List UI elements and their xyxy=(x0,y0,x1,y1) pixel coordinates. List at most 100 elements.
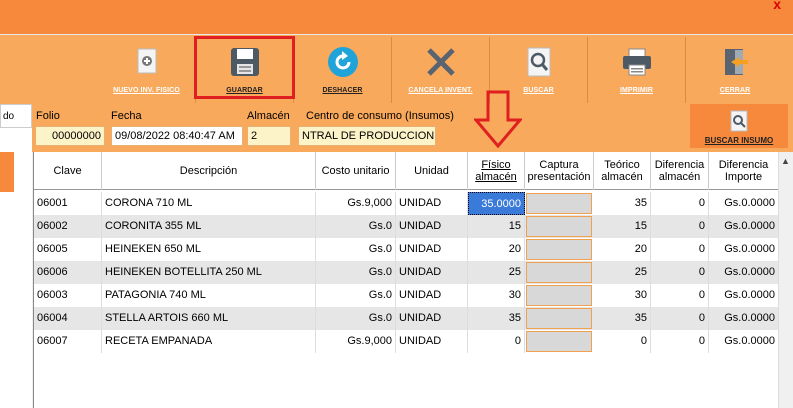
cell-fisico-almacen[interactable]: 15 xyxy=(468,215,525,238)
toolbar: NUEVO INV. FISICO GUARDAR DESHACER CANCE… xyxy=(0,34,793,104)
cell-descripcion: RECETA EMPANADA xyxy=(102,330,316,353)
vertical-scrollbar[interactable]: ▲ xyxy=(778,152,793,408)
fecha-field[interactable]: 09/08/2022 08:40:47 AM xyxy=(111,126,243,146)
table-row[interactable]: 06005 HEINEKEN 650 ML Gs.0 UNIDAD 20 20 0 Gs.0.… xyxy=(34,238,779,261)
cell-fisico-almacen[interactable]: 25 xyxy=(468,261,525,284)
cell-teorico-almacen: 25 xyxy=(594,261,651,284)
cell-fisico-almacen[interactable]: 35.0000 xyxy=(468,192,525,215)
exit-door-icon xyxy=(725,49,748,75)
cell-descripcion: CORONA 710 ML xyxy=(102,192,316,215)
cell-unidad: UNIDAD xyxy=(396,215,468,238)
cell-unidad: UNIDAD xyxy=(396,238,468,261)
cell-captura-presentacion[interactable] xyxy=(526,216,592,237)
cell-teorico-almacen: 20 xyxy=(594,238,651,261)
cell-unidad: UNIDAD xyxy=(396,330,468,353)
cell-costo-unitario: Gs.0 xyxy=(316,215,396,238)
undo-label: DESHACER xyxy=(322,87,363,94)
col-clave[interactable]: Clave xyxy=(34,152,102,190)
search-document-icon xyxy=(730,110,748,132)
scroll-up-icon[interactable]: ▲ xyxy=(781,156,790,166)
col-teorico-almacen[interactable]: Teórico almacén xyxy=(594,152,651,190)
folio-field[interactable]: 00000000 xyxy=(35,126,105,146)
cell-diferencia-importe: Gs.0.0000 xyxy=(709,192,779,215)
new-inventory-button[interactable]: NUEVO INV. FISICO xyxy=(98,37,196,103)
header-form: Folio 00000000 Fecha 09/08/2022 08:40:47… xyxy=(0,104,793,152)
cell-costo-unitario: Gs.0 xyxy=(316,284,396,307)
undo-button[interactable]: DESHACER xyxy=(294,37,392,103)
col-fisico-almacen-label: Físico almacén xyxy=(475,159,517,183)
undo-icon xyxy=(327,47,358,77)
cell-fisico-almacen[interactable]: 30 xyxy=(468,284,525,307)
search-document-icon xyxy=(527,47,550,77)
table-row[interactable]: 06006 HEINEKEN BOTELLITA 250 ML Gs.0 UNIDAD… xyxy=(34,261,779,284)
cell-diferencia-importe: Gs.0.0000 xyxy=(709,261,779,284)
cell-costo-unitario: Gs.0 xyxy=(316,307,396,330)
cell-fisico-almacen[interactable]: 35 xyxy=(468,307,525,330)
col-unidad[interactable]: Unidad xyxy=(396,152,468,190)
centro-label: Centro de consumo (Insumos) xyxy=(306,110,454,122)
cell-captura-presentacion[interactable] xyxy=(526,262,592,283)
side-list xyxy=(0,152,32,408)
cell-diferencia-importe: Gs.0.0000 xyxy=(709,238,779,261)
printer-icon xyxy=(622,48,651,76)
cell-teorico-almacen: 35 xyxy=(594,192,651,215)
col-diferencia-almacen[interactable]: Diferencia almacén xyxy=(651,152,709,190)
cell-diferencia-importe: Gs.0.0000 xyxy=(709,307,779,330)
cell-diferencia-almacen: 0 xyxy=(651,307,709,330)
cell-captura-presentacion[interactable] xyxy=(526,239,592,260)
cell-captura-presentacion[interactable] xyxy=(526,285,592,306)
cell-clave: 06001 xyxy=(34,192,102,215)
cell-clave: 06002 xyxy=(34,215,102,238)
cell-fisico-almacen[interactable]: 0 xyxy=(468,330,525,353)
col-diferencia-importe[interactable]: Diferencia Importe xyxy=(709,152,779,190)
col-captura-presentacion[interactable]: Captura presentación xyxy=(525,152,594,190)
cell-diferencia-almacen: 0 xyxy=(651,215,709,238)
col-descripcion[interactable]: Descripción xyxy=(102,152,316,190)
fecha-label: Fecha xyxy=(111,110,142,122)
cell-captura-presentacion[interactable] xyxy=(526,193,592,214)
cell-teorico-almacen: 0 xyxy=(594,330,651,353)
grid-header: Clave Descripción Costo unitario Unidad … xyxy=(34,152,779,190)
cell-descripcion: CORONITA 355 ML xyxy=(102,215,316,238)
cell-diferencia-importe: Gs.0.0000 xyxy=(709,330,779,353)
cell-diferencia-almacen: 0 xyxy=(651,238,709,261)
cell-teorico-almacen: 30 xyxy=(594,284,651,307)
search-insumo-button[interactable]: BUSCAR INSUMO xyxy=(690,104,788,148)
cell-diferencia-importe: Gs.0.0000 xyxy=(709,215,779,238)
centro-field[interactable]: NTRAL DE PRODUCCION xyxy=(298,126,436,146)
cell-captura-presentacion[interactable] xyxy=(526,308,592,329)
cell-captura-presentacion[interactable] xyxy=(526,331,592,352)
table-row[interactable]: 06004 STELLA ARTOIS 660 ML Gs.0 UNIDAD 35 35 0… xyxy=(34,307,779,330)
table-row[interactable]: 06002 CORONITA 355 ML Gs.0 UNIDAD 15 15 0 Gs.0.… xyxy=(34,215,779,238)
col-costo-unitario[interactable]: Costo unitario xyxy=(316,152,396,190)
cell-clave: 06007 xyxy=(34,330,102,353)
almacen-field[interactable]: 2 xyxy=(247,126,291,146)
cell-costo-unitario: Gs.9,000 xyxy=(316,330,396,353)
cell-descripcion: HEINEKEN 650 ML xyxy=(102,238,316,261)
folio-label: Folio xyxy=(36,110,60,122)
table-row[interactable]: 06003 PATAGONIA 740 ML Gs.0 UNIDAD 30 30 0 Gs.0… xyxy=(34,284,779,307)
table-row[interactable]: 06001 CORONA 710 ML Gs.9,000 UNIDAD 35.0000 3… xyxy=(34,192,779,215)
cell-teorico-almacen: 35 xyxy=(594,307,651,330)
close-label: CERRAR xyxy=(719,87,751,94)
almacen-label: Almacén xyxy=(247,110,290,122)
close-button[interactable]: CERRAR xyxy=(686,37,784,103)
cell-diferencia-almacen: 0 xyxy=(651,330,709,353)
side-selection[interactable] xyxy=(0,152,14,192)
col-fisico-almacen[interactable]: Físico almacén xyxy=(468,152,525,190)
print-button[interactable]: IMPRIMIR xyxy=(588,37,686,103)
table-row[interactable]: 06007 RECETA EMPANADA Gs.9,000 UNIDAD 0 0 0 Gs.… xyxy=(34,330,779,353)
cell-descripcion: PATAGONIA 740 ML xyxy=(102,284,316,307)
cell-fisico-almacen[interactable]: 20 xyxy=(468,238,525,261)
new-inventory-label: NUEVO INV. FISICO xyxy=(113,87,180,94)
cell-unidad: UNIDAD xyxy=(396,284,468,307)
cell-unidad: UNIDAD xyxy=(396,192,468,215)
close-icon[interactable]: x xyxy=(773,0,781,12)
save-highlight-annotation xyxy=(194,36,295,99)
inventory-grid: Clave Descripción Costo unitario Unidad … xyxy=(33,152,779,408)
side-tab[interactable]: do xyxy=(0,104,32,128)
cell-costo-unitario: Gs.9,000 xyxy=(316,192,396,215)
side-panel: do xyxy=(0,104,32,408)
search-insumo-label: BUSCAR INSUMO xyxy=(704,136,774,145)
down-arrow-annotation xyxy=(474,90,522,148)
